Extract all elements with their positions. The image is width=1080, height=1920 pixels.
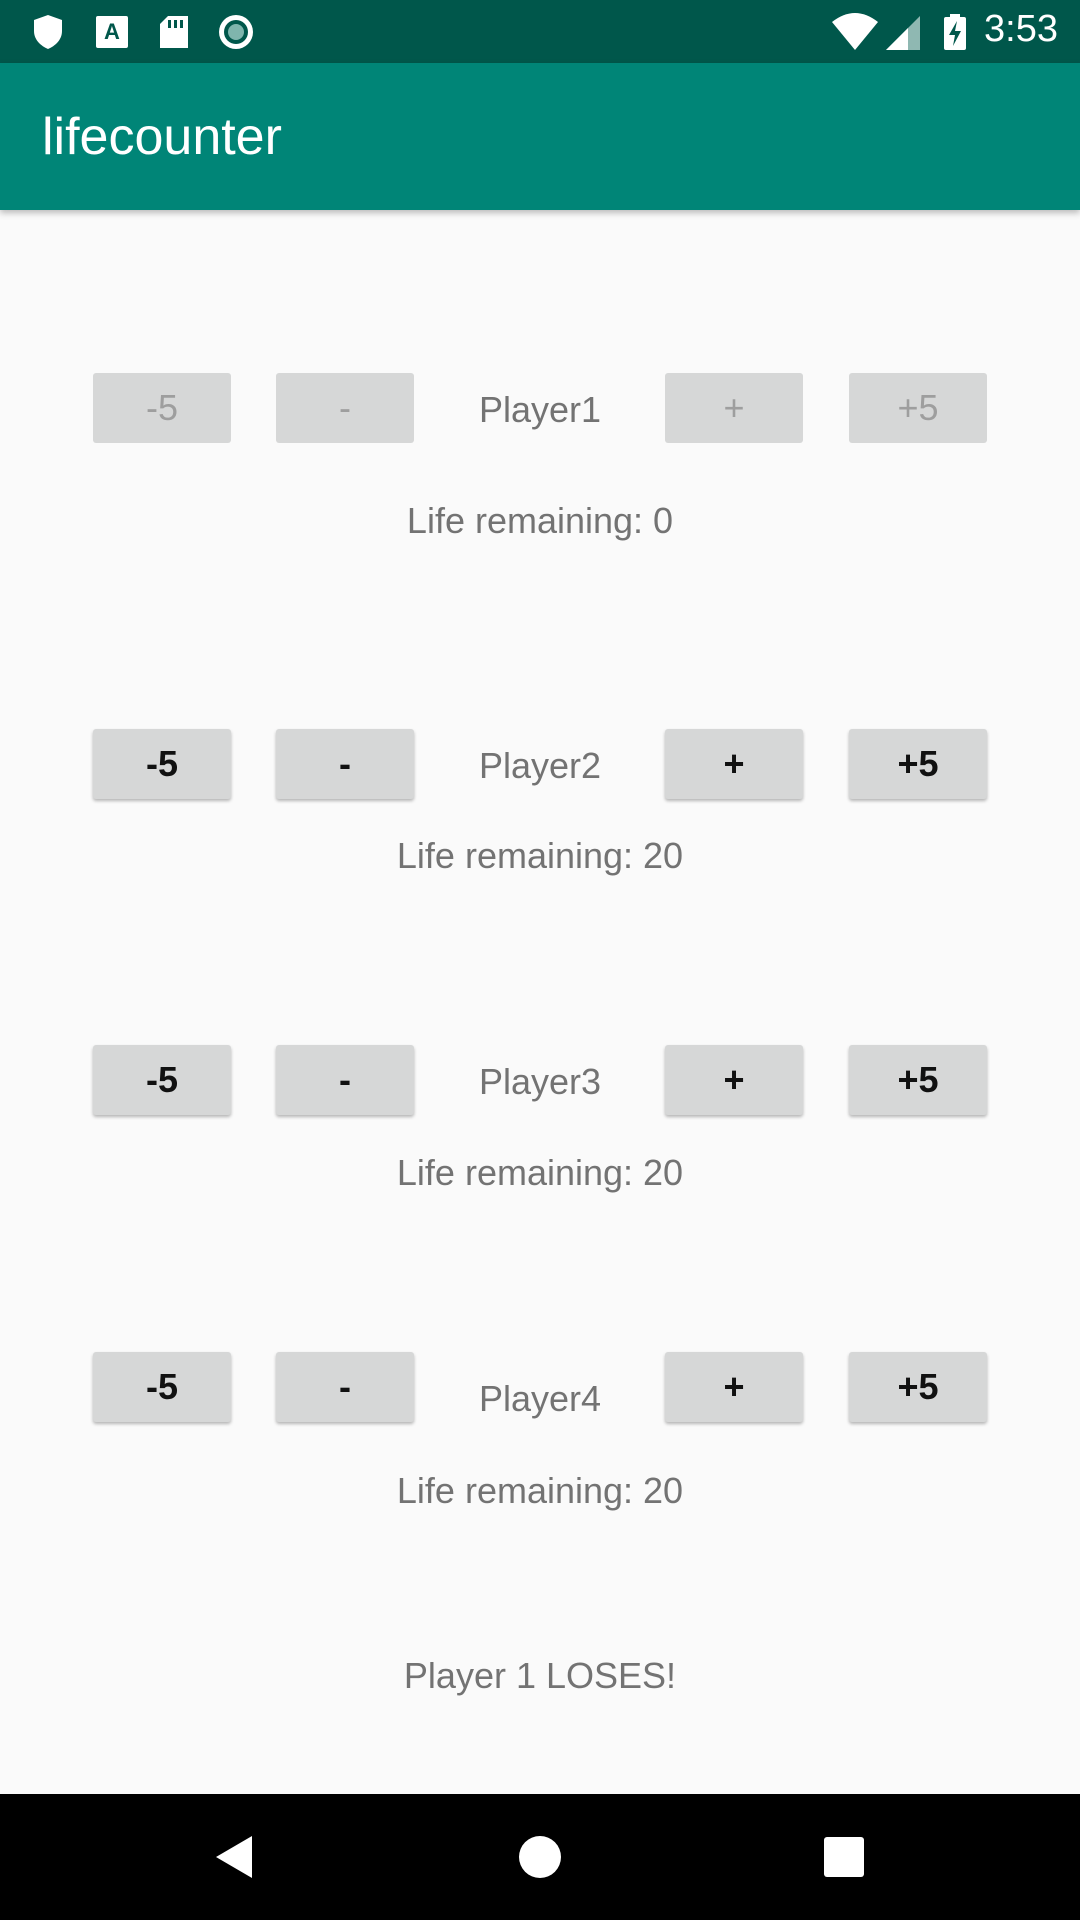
app-a-icon: A (96, 16, 128, 48)
plus5-button[interactable]: +5 (849, 1045, 987, 1115)
nav-bar (0, 1794, 1080, 1920)
life-remaining: Life remaining: 0 (406, 500, 674, 541)
record-icon (219, 15, 253, 49)
battery-charging-icon (944, 14, 966, 50)
minus5-button[interactable]: -5 (93, 729, 231, 799)
minus5-button[interactable]: -5 (93, 1045, 231, 1115)
app-bar: lifecounter (0, 63, 1080, 210)
plus5-button[interactable]: +5 (849, 1352, 987, 1422)
minus1-button[interactable]: - (276, 1352, 414, 1422)
minus1-button[interactable]: - (276, 1045, 414, 1115)
plus1-button[interactable]: + (665, 1352, 803, 1422)
life-remaining: Life remaining: 20 (396, 1470, 684, 1511)
result-message: Player 1 LOSES! (403, 1655, 677, 1696)
minus5-button[interactable]: -5 (93, 1352, 231, 1422)
app-title: lifecounter (42, 108, 282, 166)
plus5-button[interactable]: +5 (849, 373, 987, 443)
svg-text:A: A (104, 19, 120, 44)
wifi-icon (832, 13, 878, 50)
signal-icon (886, 16, 920, 50)
life-remaining: Life remaining: 20 (396, 835, 684, 876)
recents-icon[interactable] (823, 1836, 865, 1878)
back-icon[interactable] (212, 1834, 258, 1880)
clock: 3:53 (984, 8, 1058, 50)
life-remaining: Life remaining: 20 (396, 1152, 684, 1193)
shield-icon (34, 15, 62, 49)
minus5-button[interactable]: -5 (93, 373, 231, 443)
player-name: Player2 (478, 745, 602, 786)
player-name: Player3 (478, 1061, 602, 1102)
plus5-button[interactable]: +5 (849, 729, 987, 799)
status-bar: A 3:53 (0, 0, 1080, 63)
plus1-button[interactable]: + (665, 1045, 803, 1115)
plus1-button[interactable]: + (665, 373, 803, 443)
plus1-button[interactable]: + (665, 729, 803, 799)
sd-card-icon (160, 16, 188, 48)
minus1-button[interactable]: - (276, 729, 414, 799)
player-name: Player1 (478, 389, 602, 430)
home-icon[interactable] (518, 1835, 562, 1879)
player-name: Player4 (478, 1378, 602, 1419)
minus1-button[interactable]: - (276, 373, 414, 443)
